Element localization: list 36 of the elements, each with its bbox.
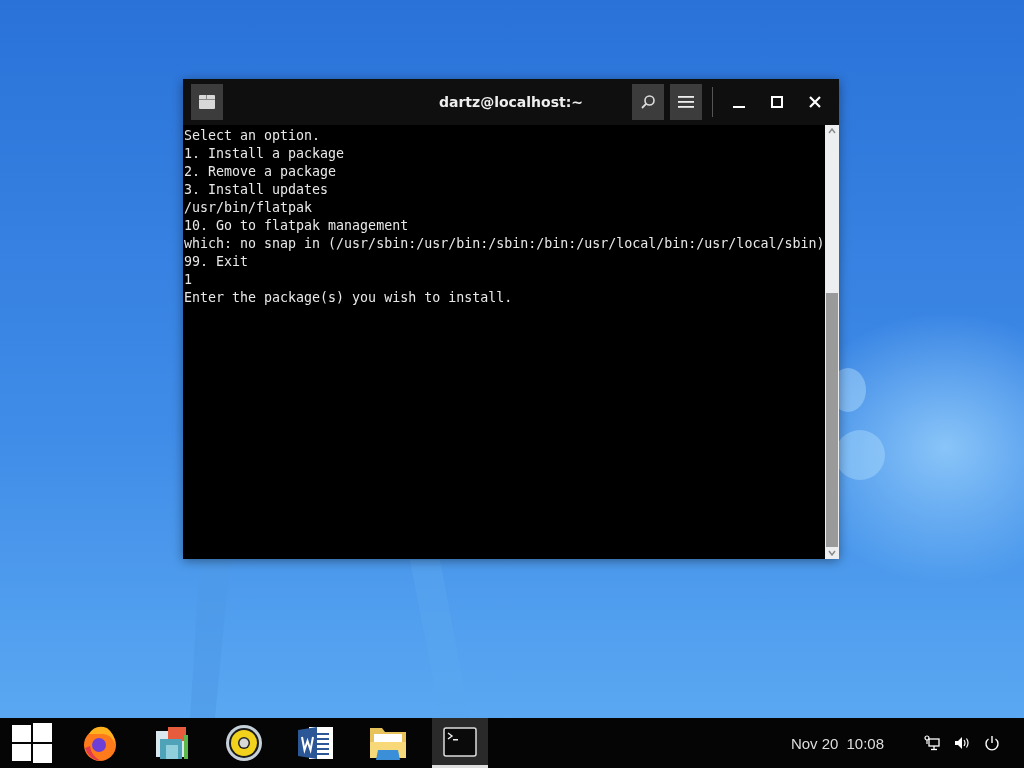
terminal-line: 1 [184, 271, 192, 289]
terminal-line: 10. Go to flatpak management [184, 217, 409, 235]
document-app-icon [297, 724, 335, 762]
menu-button[interactable] [670, 84, 702, 120]
taskbar-app-button[interactable] [432, 718, 488, 768]
network-icon [924, 735, 940, 751]
search-icon [640, 94, 656, 110]
terminal-line: 3. Install updates [184, 181, 329, 199]
tab-icon [199, 95, 215, 109]
date: Nov 20 [790, 734, 839, 752]
time: 10:08 [846, 734, 884, 752]
scrollbar-thumb[interactable] [826, 292, 838, 547]
terminal-icon [443, 726, 477, 757]
close-icon [809, 96, 821, 108]
minimize-icon [733, 106, 745, 108]
terminal-line: 99. Exit [184, 253, 249, 271]
terminal-line: 2. Remove a package [184, 163, 337, 181]
volume-icon [954, 735, 970, 751]
terminal-line: Enter the package(s) you wish to install. [184, 289, 513, 307]
scroll-up-icon [828, 128, 836, 134]
terminal-line: Select an option. [184, 127, 321, 145]
window-title: dartz@localhost:~ [438, 94, 584, 110]
scroll-down-icon [828, 550, 836, 556]
maximize-icon [771, 96, 783, 108]
terminal-line: 1. Install a package [184, 145, 345, 163]
terminal-line: which: no snap in (/usr/sbin:/usr/bin:/sbin:/bin:/usr/local/bin:/usr/local/sbin) [184, 235, 825, 253]
start-menu-icon [12, 723, 52, 763]
terminal-line: /usr/bin/flatpak [184, 199, 313, 217]
scrollbar[interactable] [825, 125, 839, 559]
new-tab-button[interactable] [191, 84, 223, 120]
search-button[interactable] [632, 84, 664, 120]
mail-app-icon [154, 725, 190, 761]
speaker-icon [225, 724, 263, 762]
browser-icon [81, 724, 119, 762]
menu-icon [678, 95, 694, 109]
power-icon [984, 735, 1000, 751]
